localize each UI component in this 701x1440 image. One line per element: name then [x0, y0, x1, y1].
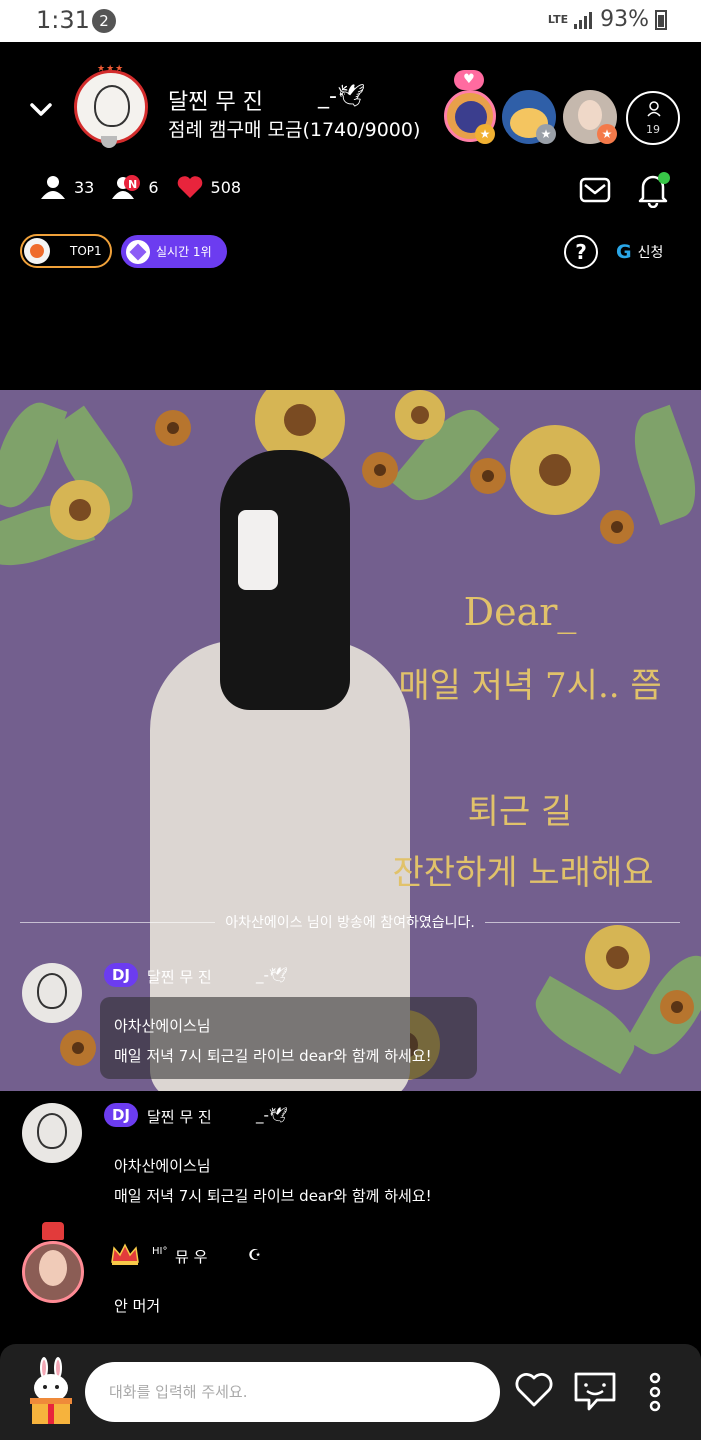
new-user-icon: N: [112, 175, 141, 199]
flower-decoration: [395, 390, 445, 440]
new-listeners-count: 6: [148, 177, 159, 197]
chat-input[interactable]: [85, 1362, 500, 1422]
user-icon: [41, 176, 65, 199]
banner-line-4: 잔잔하게 노래해요: [392, 853, 654, 893]
banner-line-1: Dear_: [463, 590, 577, 634]
divider: [484, 921, 681, 923]
chat-bubble: [100, 997, 477, 1079]
heart-icon: [177, 176, 202, 198]
stat-likes: 508: [177, 175, 242, 199]
more-icon[interactable]: [640, 1372, 670, 1412]
chat-username[interactable]: 뮤 우: [175, 1246, 207, 1267]
stat-new-listeners: N 6: [112, 175, 159, 199]
top-rank-badge[interactable]: TOP1: [20, 234, 112, 268]
chat-username-suffix: _-🕊: [256, 966, 288, 984]
crown-icon: [42, 1222, 64, 1240]
flower-decoration: [660, 990, 694, 1024]
status-bar: 1:31 2 LTE 93%: [0, 0, 701, 42]
status-right: LTE 93%: [548, 7, 667, 32]
mail-icon[interactable]: [578, 175, 612, 205]
chat-username-suffix: _-🕊: [256, 1106, 288, 1124]
signal-icon: [574, 11, 593, 29]
join-notice-text: 아차산에이스 님이 방송에 참여하였습니다.: [225, 915, 475, 931]
banner-line-3: 퇴근 길: [467, 792, 573, 832]
battery-percent: 93%: [600, 7, 649, 32]
apply-button[interactable]: G 신청: [616, 241, 663, 263]
chat-username-prefix: HI°: [152, 1246, 168, 1257]
heart-outline-icon[interactable]: [515, 1372, 553, 1408]
dj-name-suffix: _-🕊: [318, 84, 365, 109]
leaf-decoration: [524, 975, 646, 1075]
broadcast-banner: Dear_ 매일 저녁 7시.. 쯤 퇴근 길 잔잔하게 노래해요: [0, 390, 701, 1091]
listeners-count: 33: [74, 177, 95, 197]
chat-avatar[interactable]: [22, 963, 82, 1023]
battery-icon: [655, 9, 667, 30]
heart-badge-icon: ♥: [454, 70, 484, 90]
chat-message-line: 매일 저녁 7시 퇴근길 라이브 dear와 함께 하세요!: [114, 1047, 432, 1065]
chat-avatar[interactable]: [22, 1241, 84, 1303]
realtime-rank-badge[interactable]: 실시간 1위: [121, 235, 227, 268]
rabbit-gift-icon[interactable]: [28, 1356, 74, 1426]
trophy-icon: [101, 136, 117, 148]
stat-listeners: 33: [40, 175, 94, 199]
flower-decoration: [600, 510, 634, 544]
chat-avatar[interactable]: [22, 1103, 82, 1163]
likes-count: 508: [210, 177, 242, 197]
listener-list-button[interactable]: 19: [626, 91, 680, 145]
diamond-icon: [126, 239, 150, 264]
top-rank-label: TOP1: [70, 244, 102, 258]
realtime-rank-label: 실시간 1위: [156, 245, 212, 259]
crown-icon: [111, 1243, 139, 1265]
svg-text:N: N: [128, 178, 137, 191]
flower-decoration: [585, 925, 650, 990]
notification-dot: [658, 172, 670, 184]
broadcast-title: 점례 캠구매 모금(1740/9000): [168, 119, 421, 141]
stats-row: 33 N 6 508: [40, 175, 259, 199]
star-badge-icon: ★: [536, 124, 556, 144]
status-time: 1:31: [36, 6, 90, 34]
chat-username-suffix: ☪: [248, 1246, 262, 1264]
notification-count-badge: 2: [92, 9, 116, 33]
g-icon: G: [616, 241, 632, 263]
user-outline-icon: [647, 101, 661, 117]
dj-badge: DJ: [104, 963, 138, 987]
chat-message-line: 아차산에이스님: [114, 1017, 211, 1035]
carrot-icon: [24, 238, 50, 264]
flower-decoration: [50, 480, 110, 540]
listener-count: 19: [646, 123, 660, 136]
banner-line-2: 매일 저녁 7시.. 쯤: [398, 666, 662, 706]
star-badge-icon: ★: [597, 124, 617, 144]
star-badge-icon: ★: [475, 124, 495, 144]
divider: [20, 921, 216, 923]
network-type: LTE: [547, 12, 569, 26]
dj-avatar[interactable]: [74, 70, 148, 144]
help-icon[interactable]: ?: [564, 235, 598, 269]
dj-name: 달찐 무 진: [168, 90, 263, 115]
apply-label: 신청: [637, 245, 664, 261]
dj-badge: DJ: [104, 1103, 138, 1127]
chat-message-line: 안 머거: [114, 1297, 161, 1315]
phone-icon: [238, 510, 278, 590]
chat-username[interactable]: 달찐 무 진: [147, 966, 212, 987]
broadcaster-photo: [110, 450, 410, 1091]
chat-username[interactable]: 달찐 무 진: [147, 1106, 212, 1127]
chat-message-line: 매일 저녁 7시 퇴근길 라이브 dear와 함께 하세요!: [114, 1187, 432, 1205]
chat-message-line: 아차산에이스님: [114, 1157, 211, 1175]
flower-decoration: [470, 458, 506, 494]
join-notice: 아차산에이스 님이 방송에 참여하였습니다.: [20, 912, 681, 932]
flower-decoration: [510, 425, 600, 515]
flower-decoration: [155, 410, 191, 446]
chat-icon[interactable]: [573, 1370, 617, 1412]
leaf-decoration: [622, 404, 701, 526]
chevron-down-icon[interactable]: [26, 95, 56, 125]
flower-decoration: [60, 1030, 96, 1066]
